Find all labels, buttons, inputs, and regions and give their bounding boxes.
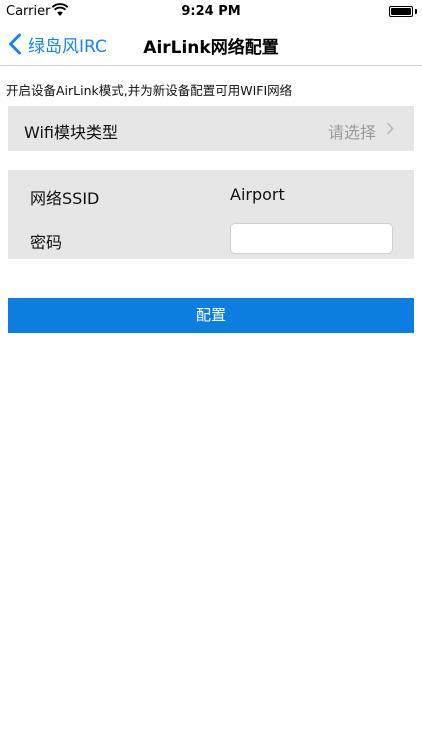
wifi-module-type-row[interactable]: Wifi模块类型 请选择 — [8, 106, 414, 151]
ssid-value: Airport — [230, 185, 285, 204]
password-input[interactable] — [230, 223, 393, 254]
battery-level — [391, 8, 411, 15]
screen: Carrier 9:24 PM 绿岛风IRC AirLink网络配置 开启设备A… — [0, 0, 422, 750]
status-bar: Carrier 9:24 PM — [0, 0, 422, 22]
wifi-module-type-label: Wifi模块类型 — [24, 123, 118, 142]
configure-button[interactable]: 配置 — [8, 298, 414, 333]
wifi-module-type-value: 请选择 — [327, 123, 376, 142]
network-settings: 网络SSID Airport 密码 — [8, 170, 414, 259]
page-title: AirLink网络配置 — [143, 38, 279, 58]
clock: 9:24 PM — [181, 4, 241, 19]
battery-icon — [389, 6, 413, 17]
battery-tip — [415, 9, 417, 14]
password-label: 密码 — [30, 233, 63, 252]
ssid-label: 网络SSID — [30, 189, 100, 208]
navigation-bar: 绿岛风IRC AirLink网络配置 — [0, 22, 422, 66]
chevron-right-icon — [386, 122, 394, 135]
intro-text: 开启设备AirLink模式,并为新设备配置可用WIFI网络 — [6, 83, 293, 98]
